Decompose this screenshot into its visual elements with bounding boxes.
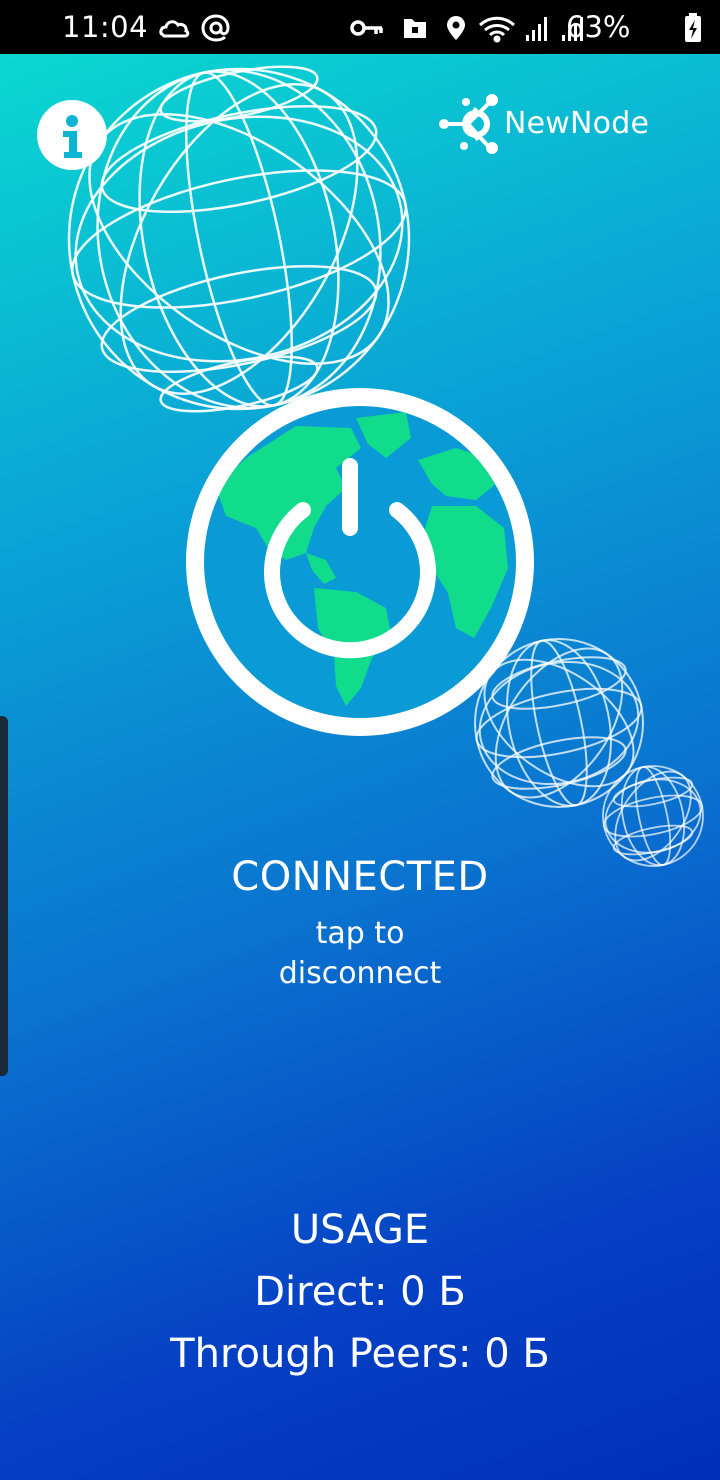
usage-through-peers: Through Peers: 0 Б <box>170 1331 550 1377</box>
status-bar: 11:04 63% <box>0 0 720 54</box>
newnode-logo: NewNode <box>438 88 688 160</box>
battery-icon <box>685 13 701 42</box>
usage-section: USAGE Direct: 0 Б Through Peers: 0 Б <box>0 1204 720 1376</box>
connection-hint-line1: tap to <box>315 916 405 951</box>
lock-folder-icon <box>404 19 426 38</box>
node-network-icon <box>439 94 498 154</box>
at-icon <box>201 14 230 42</box>
main-screen: NewNode CONNECTED tap to disconnect USAG… <box>0 54 720 1480</box>
connection-hint-line2: disconnect <box>278 956 442 991</box>
status-left-icons <box>158 12 238 48</box>
location-icon <box>447 16 465 40</box>
wireframe-globe-large <box>67 65 411 413</box>
wireframe-globe-small <box>602 765 704 867</box>
usage-direct: Direct: 0 Б <box>254 1269 466 1315</box>
usage-title: USAGE <box>290 1207 430 1253</box>
signal-icon <box>526 17 547 41</box>
cloud-icon <box>159 20 190 38</box>
connection-hint[interactable]: tap to disconnect <box>0 914 720 994</box>
logo-text: NewNode <box>504 106 650 141</box>
wifi-icon <box>478 16 516 43</box>
battery-percent: 63% <box>566 10 631 44</box>
vpn-key-icon <box>350 20 383 36</box>
status-time: 11:04 <box>62 10 149 44</box>
connection-status[interactable]: CONNECTED <box>0 854 720 900</box>
